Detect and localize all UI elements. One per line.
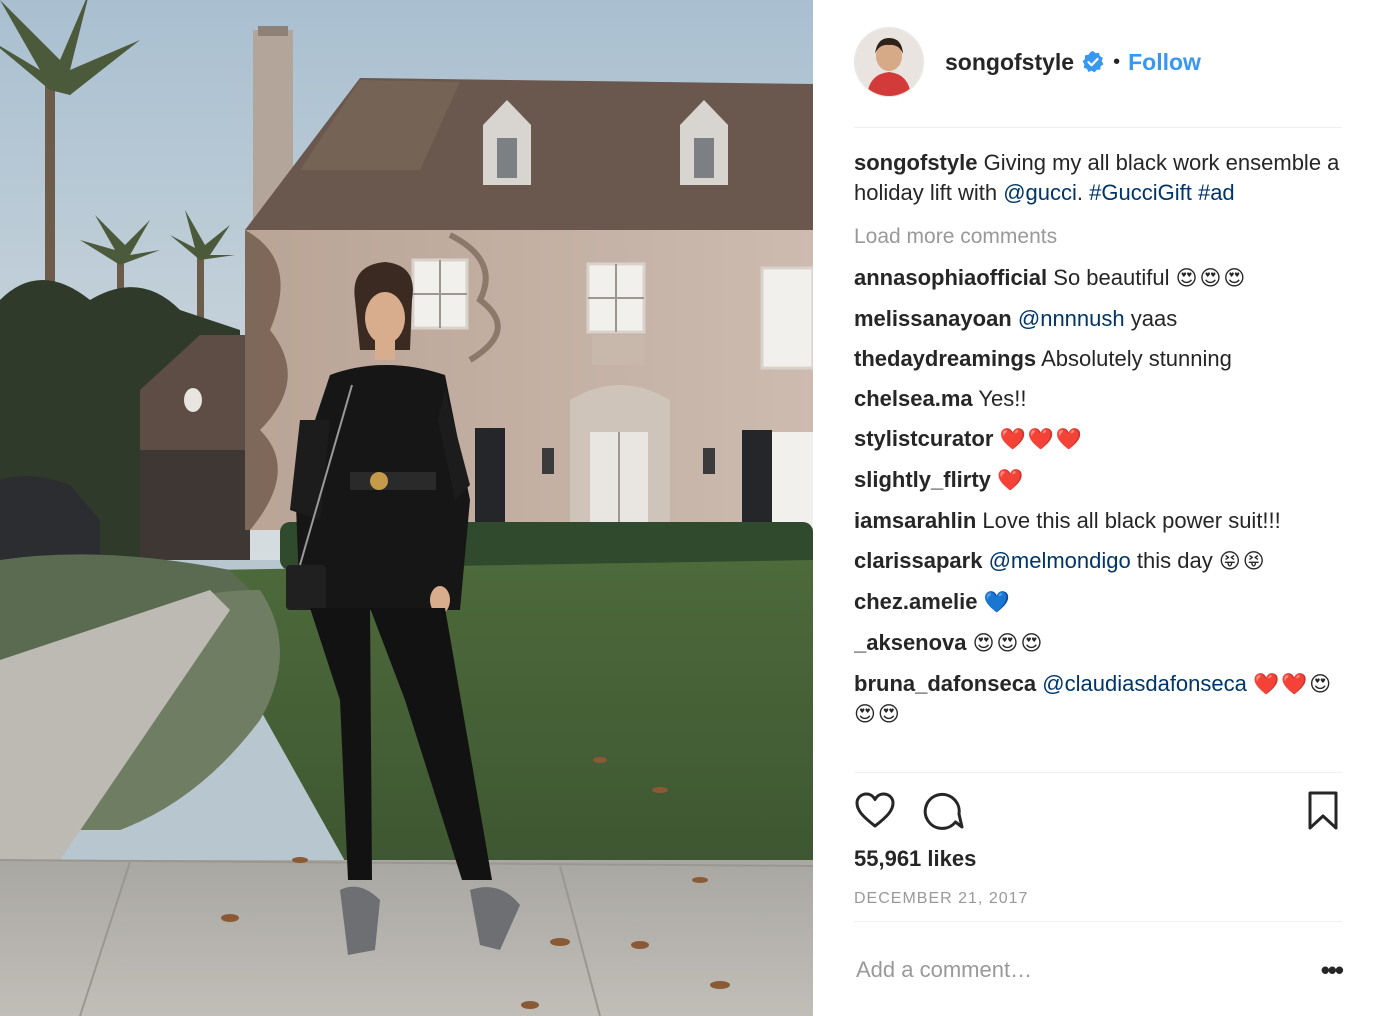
comment-row: iamsarahlin Love this all black power su… <box>854 506 1342 535</box>
post-side-panel: songofstyle • Follow songofstyle Giving … <box>813 0 1380 1016</box>
comment-text: yaas <box>1130 306 1178 331</box>
comment-emoji: 😍😍😍 <box>1175 267 1248 290</box>
comment-row: stylistcurator ❤️❤️❤️ <box>854 424 1342 454</box>
header-separator: • <box>1113 50 1121 73</box>
instagram-post: songofstyle • Follow songofstyle Giving … <box>0 0 1380 1016</box>
add-comment-form: ••• <box>854 945 1344 995</box>
caption-hashtags-link[interactable]: #GucciGift #ad <box>1089 180 1235 205</box>
comment-username[interactable]: iamsarahlin <box>854 508 976 533</box>
comment-row: thedaydreamings Absolutely stunning <box>854 344 1342 373</box>
comment-username[interactable]: melissanayoan <box>854 306 1012 331</box>
comment-text: So beautiful <box>1053 265 1170 290</box>
comments-divider <box>854 772 1342 773</box>
post-image <box>0 0 813 1016</box>
comments-section: songofstyle Giving my all black work ens… <box>854 148 1342 772</box>
comment-username[interactable]: bruna_dafonseca <box>854 671 1036 696</box>
author-username[interactable]: songofstyle <box>945 49 1074 76</box>
post-header: songofstyle • Follow <box>854 27 1344 97</box>
post-caption: songofstyle Giving my all black work ens… <box>854 148 1342 208</box>
comment-emoji: 😍😍😍 <box>972 632 1045 655</box>
comment-row: _aksenova 😍😍😍 <box>854 628 1342 658</box>
caption-text-end: . <box>1076 180 1084 205</box>
comment-username[interactable]: stylistcurator <box>854 426 993 451</box>
comment-mention-link[interactable]: @melmondigo <box>989 548 1131 573</box>
comment-username[interactable]: slightly_flirty <box>854 467 991 492</box>
footer-divider <box>854 921 1342 922</box>
comment-row: bruna_dafonseca @claudiasdafonseca ❤️❤️😍… <box>854 669 1342 729</box>
comment-row: chelsea.ma Yes!! <box>854 384 1342 413</box>
comment-username[interactable]: thedaydreamings <box>854 346 1036 371</box>
likes-count[interactable]: 55,961 likes <box>854 846 976 872</box>
comment-emoji: 😝😝 <box>1218 550 1267 573</box>
comment-row: clarissapark @melmondigo this day 😝😝 <box>854 546 1342 576</box>
comment-mention-link[interactable]: @claudiasdafonseca <box>1042 671 1247 696</box>
more-options-icon[interactable]: ••• <box>1312 955 1344 986</box>
comment-row: chez.amelie 💙 <box>854 587 1342 617</box>
comment-mention-link[interactable]: @nnnnush <box>1018 306 1125 331</box>
post-date[interactable]: DECEMBER 21, 2017 <box>854 890 1028 908</box>
comment-username[interactable]: clarissapark <box>854 548 982 573</box>
heart-icon[interactable] <box>854 790 896 832</box>
comment-emoji: 💙 <box>983 591 1012 614</box>
header-divider <box>854 127 1342 128</box>
comment-text: Love this all black power suit!!! <box>982 508 1281 533</box>
comment-row: annasophiaofficial So beautiful 😍😍😍 <box>854 263 1342 293</box>
comment-row: slightly_flirty ❤️ <box>854 465 1342 495</box>
comment-username[interactable]: chelsea.ma <box>854 386 973 411</box>
add-comment-input[interactable] <box>854 957 1312 983</box>
avatar[interactable] <box>854 27 924 97</box>
post-photo[interactable] <box>0 0 813 1016</box>
comment-username[interactable]: _aksenova <box>854 630 967 655</box>
follow-button[interactable]: Follow <box>1128 49 1201 76</box>
comment-bubble-icon[interactable] <box>922 790 964 832</box>
caption-username[interactable]: songofstyle <box>854 150 977 175</box>
comment-row: melissanayoan @nnnnush yaas <box>854 304 1342 333</box>
comment-emoji: ❤️❤️❤️ <box>999 428 1084 451</box>
load-more-comments-button[interactable]: Load more comments <box>854 222 1342 252</box>
comment-emoji: ❤️ <box>997 469 1026 492</box>
verified-badge-icon <box>1081 50 1105 74</box>
comment-text: Yes!! <box>978 386 1027 411</box>
comment-text: Absolutely stunning <box>1041 346 1232 371</box>
comment-list: annasophiaofficial So beautiful 😍😍😍 melis… <box>854 263 1342 729</box>
action-bar <box>854 790 1342 834</box>
caption-mention-link[interactable]: @gucci <box>1003 180 1077 205</box>
comment-username[interactable]: chez.amelie <box>854 589 978 614</box>
bookmark-icon[interactable] <box>1302 790 1344 832</box>
comment-text: this day <box>1136 548 1213 573</box>
comment-username[interactable]: annasophiaofficial <box>854 265 1047 290</box>
